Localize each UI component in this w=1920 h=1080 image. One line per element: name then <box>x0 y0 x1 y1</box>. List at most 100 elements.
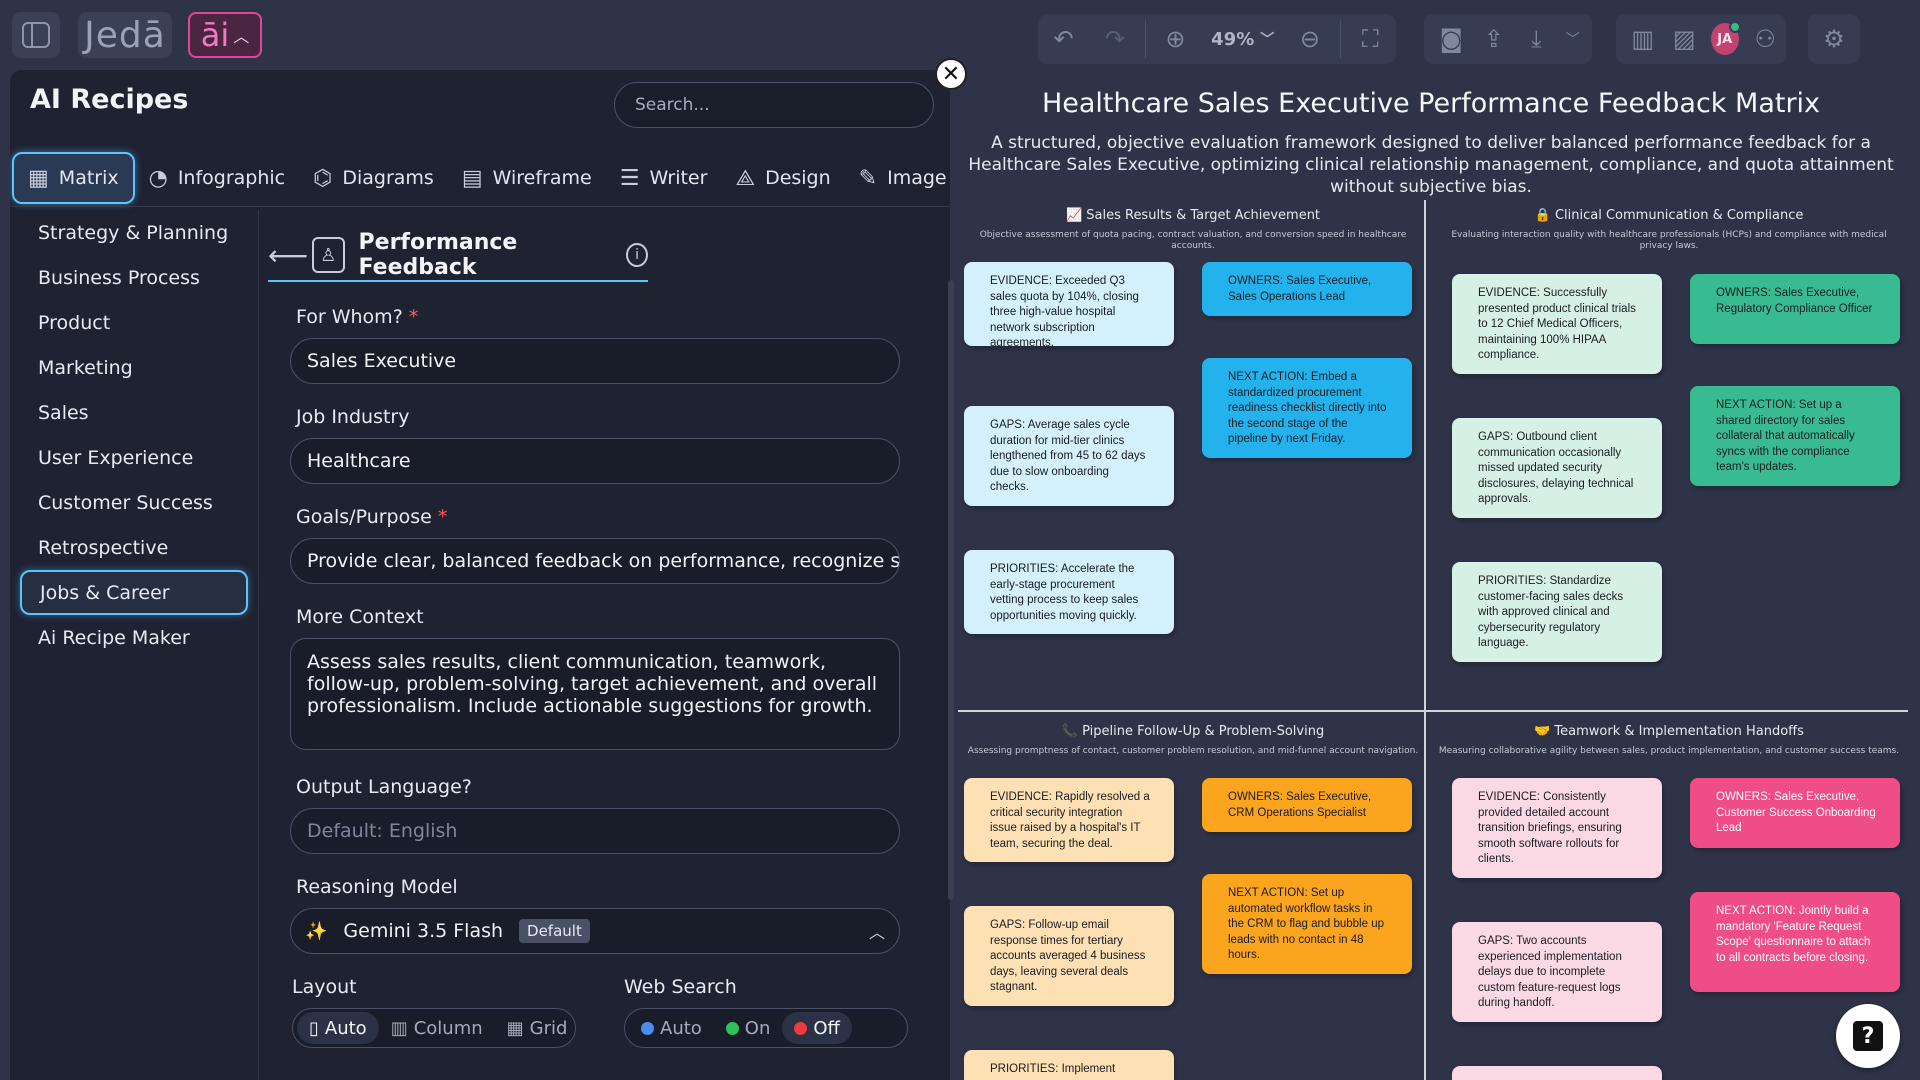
layout-grid-option[interactable]: ▦ Grid <box>495 1012 580 1044</box>
ai-menu-button[interactable]: āi ︿ <box>188 12 262 58</box>
priorities-note[interactable]: PRIORITIES: Accelerate the early-stage p… <box>964 550 1174 634</box>
search-input[interactable]: Search... <box>614 82 934 128</box>
toolbar-divider <box>1339 20 1341 58</box>
priorities-note[interactable]: PRIORITIES: Standardize customer-facing … <box>1452 562 1662 662</box>
option-label: Auto <box>324 1017 367 1039</box>
quadrant-description: Objective assessment of quota pacing, co… <box>979 230 1407 251</box>
app-logo[interactable]: Jedā <box>78 12 172 58</box>
owners-note[interactable]: OWNERS: Sales Executive, Sales Operation… <box>1202 262 1412 316</box>
grid-icon: ▦ <box>28 165 49 191</box>
category-item[interactable]: Marketing <box>20 345 248 390</box>
context-label: More Context <box>296 606 424 628</box>
layout-label: Layout <box>292 976 357 998</box>
shapes-icon: ⟁ <box>735 165 756 191</box>
tab-design[interactable]: ⟁ Design <box>721 152 844 204</box>
panel-scrollbar[interactable] <box>948 280 954 900</box>
tab-matrix[interactable]: ▦ Matrix <box>12 152 135 204</box>
layout-column-option[interactable]: ▥ Column <box>379 1012 495 1044</box>
redo-icon[interactable]: ↷ <box>1099 22 1130 56</box>
upload-icon[interactable]: ⇪ <box>1479 22 1510 56</box>
next-action-note[interactable]: NEXT ACTION: Jointly build a mandatory '… <box>1690 892 1900 992</box>
tab-label: Wireframe <box>492 167 592 189</box>
evidence-note[interactable]: EVIDENCE: Consistently provided detailed… <box>1452 778 1662 878</box>
form-title: Performance Feedback <box>358 230 518 280</box>
web-auto-option[interactable]: Auto <box>629 1012 714 1044</box>
category-item[interactable]: Customer Success <box>20 480 248 525</box>
category-item[interactable]: Retrospective <box>20 525 248 570</box>
next-action-note[interactable]: NEXT ACTION: Set up a shared directory f… <box>1690 386 1900 486</box>
zoom-level-select[interactable]: 49% ﹀ <box>1211 29 1274 50</box>
web-off-option[interactable]: Off <box>782 1012 852 1044</box>
evidence-note[interactable]: EVIDENCE: Successfully presented product… <box>1452 274 1662 374</box>
next-action-note[interactable]: NEXT ACTION: Set up automated workflow t… <box>1202 874 1412 974</box>
model-select[interactable]: ✨ Gemini 3.5 Flash Default ︿ <box>290 908 900 954</box>
goals-label: Goals/Purpose * <box>296 506 447 528</box>
gaps-note[interactable]: GAPS: Follow-up email response times for… <box>964 906 1174 1006</box>
download-icon[interactable]: ⤓ <box>1521 22 1552 56</box>
layout-icon[interactable]: ▥ <box>1628 22 1657 56</box>
context-textarea[interactable]: Assess sales results, client communicati… <box>290 638 900 750</box>
quadrant-description: Evaluating interaction quality with heal… <box>1451 230 1887 251</box>
export-group: ◙ ⇪ ⤓ ﹀ <box>1424 14 1592 64</box>
evidence-note[interactable]: EVIDENCE: Rapidly resolved a critical se… <box>964 778 1174 862</box>
close-panel-button[interactable]: ✕ <box>935 58 967 90</box>
for-whom-field[interactable]: Sales Executive <box>290 338 900 384</box>
zoom-out-icon[interactable]: ⊖ <box>1294 22 1325 56</box>
category-list: Strategy & Planning Business Process Pro… <box>10 210 258 660</box>
back-arrow-icon[interactable]: ⟵ <box>268 239 308 272</box>
category-item[interactable]: Product <box>20 300 248 345</box>
pie-icon: ◔ <box>148 165 168 191</box>
camera-icon[interactable]: ◙ <box>1436 22 1467 56</box>
layout-auto-option[interactable]: ▯ Auto <box>297 1012 379 1044</box>
gaps-note[interactable]: GAPS: Two accounts experienced implement… <box>1452 922 1662 1022</box>
category-item[interactable]: Sales <box>20 390 248 435</box>
owners-note[interactable]: OWNERS: Sales Executive, CRM Operations … <box>1202 778 1412 832</box>
undo-icon[interactable]: ↶ <box>1048 22 1079 56</box>
for-whom-label: For Whom? * <box>296 306 418 328</box>
view-share-group: ▥ ▨ JA ⚇ <box>1616 14 1786 64</box>
fit-screen-icon[interactable]: ⛶ <box>1355 22 1386 56</box>
grid-icon: ▦ <box>506 1017 524 1039</box>
web-on-option[interactable]: On <box>714 1012 783 1044</box>
edit-zoom-group: ↶ ↷ ⊕ 49% ﹀ ⊖ ⛶ <box>1038 14 1396 64</box>
industry-field[interactable]: Healthcare <box>290 438 900 484</box>
evidence-note[interactable]: EVIDENCE: Exceeded Q3 sales quota by 104… <box>964 262 1174 346</box>
chevron-down-icon[interactable]: ﹀ <box>1558 22 1589 56</box>
brush-icon: ✎ <box>858 165 878 191</box>
goals-field[interactable]: Provide clear, balanced feedback on perf… <box>290 538 900 584</box>
option-label: Auto <box>660 1017 702 1039</box>
gallery-icon[interactable]: ▨ <box>1669 22 1698 56</box>
tab-wireframe[interactable]: ▤ Wireframe <box>448 152 606 204</box>
info-icon[interactable]: i <box>626 243 648 267</box>
user-avatar[interactable]: JA <box>1710 21 1741 55</box>
category-item[interactable]: Ai Recipe Maker <box>20 615 248 660</box>
gaps-note[interactable]: GAPS: Average sales cycle duration for m… <box>964 406 1174 506</box>
next-action-note[interactable]: NEXT ACTION: Embed a standardized procur… <box>1202 358 1412 458</box>
model-value: Gemini 3.5 Flash <box>343 920 504 942</box>
help-button[interactable]: ? <box>1836 1004 1900 1068</box>
priorities-note[interactable]: PRIORITIES: Implement <box>964 1050 1174 1080</box>
category-item[interactable]: Strategy & Planning <box>20 210 248 255</box>
matrix-vertical-divider <box>1424 200 1426 1080</box>
add-user-icon[interactable]: ⚇ <box>1751 22 1780 56</box>
panel-title: AI Recipes <box>30 84 189 115</box>
recipe-tabs: ▦ Matrix ◔ Infographic ⌬ Diagrams ▤ Wirefram… <box>12 150 950 206</box>
language-field[interactable]: Default: English <box>290 808 900 854</box>
tab-writer[interactable]: ☰ Writer <box>606 152 722 204</box>
sidebar-toggle-button[interactable] <box>12 12 60 58</box>
category-item-active[interactable]: Jobs & Career <box>20 570 248 615</box>
tab-image[interactable]: ✎ Image <box>845 152 950 204</box>
gear-icon[interactable]: ⚙ <box>1817 22 1851 56</box>
category-item[interactable]: User Experience <box>20 435 248 480</box>
form-header: ⟵ ♙ Performance Feedback i <box>268 230 648 282</box>
zoom-in-icon[interactable]: ⊕ <box>1160 22 1191 56</box>
tab-infographic[interactable]: ◔ Infographic <box>135 152 300 204</box>
tab-label: Image <box>887 167 947 189</box>
category-divider <box>258 210 259 1080</box>
priorities-note[interactable] <box>1452 1066 1662 1080</box>
tab-diagrams[interactable]: ⌬ Diagrams <box>299 152 448 204</box>
owners-note[interactable]: OWNERS: Sales Executive, Regulatory Comp… <box>1690 274 1900 344</box>
gaps-note[interactable]: GAPS: Outbound client communication occa… <box>1452 418 1662 518</box>
owners-note[interactable]: OWNERS: Sales Executive, Customer Succes… <box>1690 778 1900 848</box>
category-item[interactable]: Business Process <box>20 255 248 300</box>
